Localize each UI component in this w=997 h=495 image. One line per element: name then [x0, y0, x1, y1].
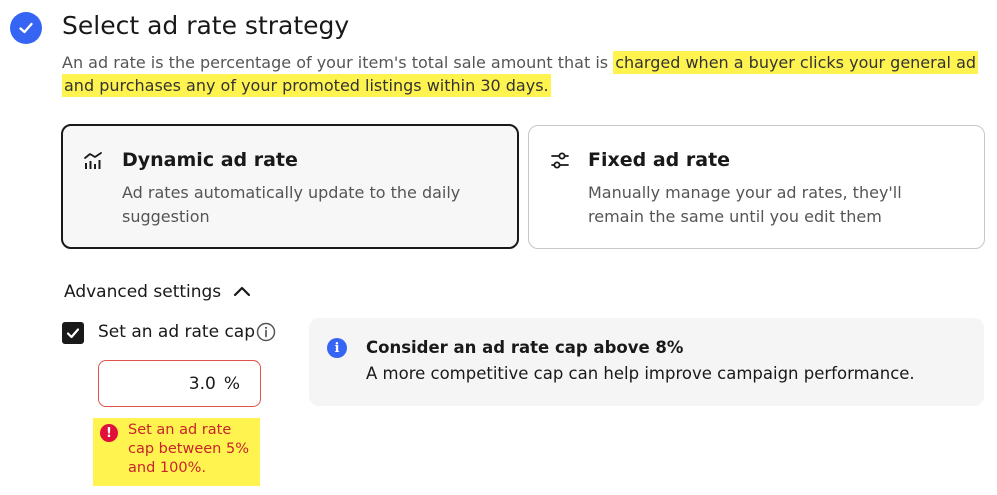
info-outline-icon[interactable] — [256, 322, 276, 342]
advanced-settings-label: Advanced settings — [64, 282, 222, 302]
page-title: Select ad rate strategy — [62, 11, 350, 40]
notice-text: A more competitive cap can help improve … — [366, 364, 915, 383]
sliders-icon — [549, 150, 571, 172]
recommendation-notice — [309, 318, 984, 406]
fixed-ad-rate-card[interactable]: Fixed ad rate Manually manage your ad ra… — [528, 125, 985, 249]
ad-rate-cap-input[interactable] — [165, 373, 216, 394]
ad-rate-cap-label: Set an ad rate cap — [98, 322, 256, 342]
step-complete-check-icon — [10, 12, 42, 44]
advanced-settings-toggle[interactable]: Advanced settings — [64, 282, 251, 302]
ad-rate-cap-error: Set an ad rate cap between 5% and 100%. — [128, 422, 249, 476]
error-icon: ! — [100, 424, 118, 442]
fixed-ad-rate-description: Manually manage your ad rates, they'll r… — [588, 183, 902, 226]
dynamic-ad-rate-description: Ad rates automatically update to the dai… — [122, 183, 461, 226]
dynamic-ad-rate-title: Dynamic ad rate — [122, 149, 298, 171]
info-icon: i — [327, 338, 347, 358]
dynamic-rate-icon — [82, 150, 104, 172]
description-plain: An ad rate is the percentage of your ite… — [62, 53, 609, 72]
fixed-ad-rate-title: Fixed ad rate — [588, 149, 731, 171]
notice-title: Consider an ad rate cap above 8% — [366, 338, 684, 357]
ad-rate-cap-field[interactable]: % — [98, 360, 261, 407]
dynamic-ad-rate-card[interactable]: Dynamic ad rate Ad rates automatically u… — [61, 124, 519, 249]
percent-unit: % — [223, 373, 240, 394]
chevron-up-icon — [233, 282, 251, 302]
strategy-description: An ad rate is the percentage of your ite… — [62, 51, 982, 97]
ad-rate-cap-checkbox[interactable] — [62, 322, 84, 344]
